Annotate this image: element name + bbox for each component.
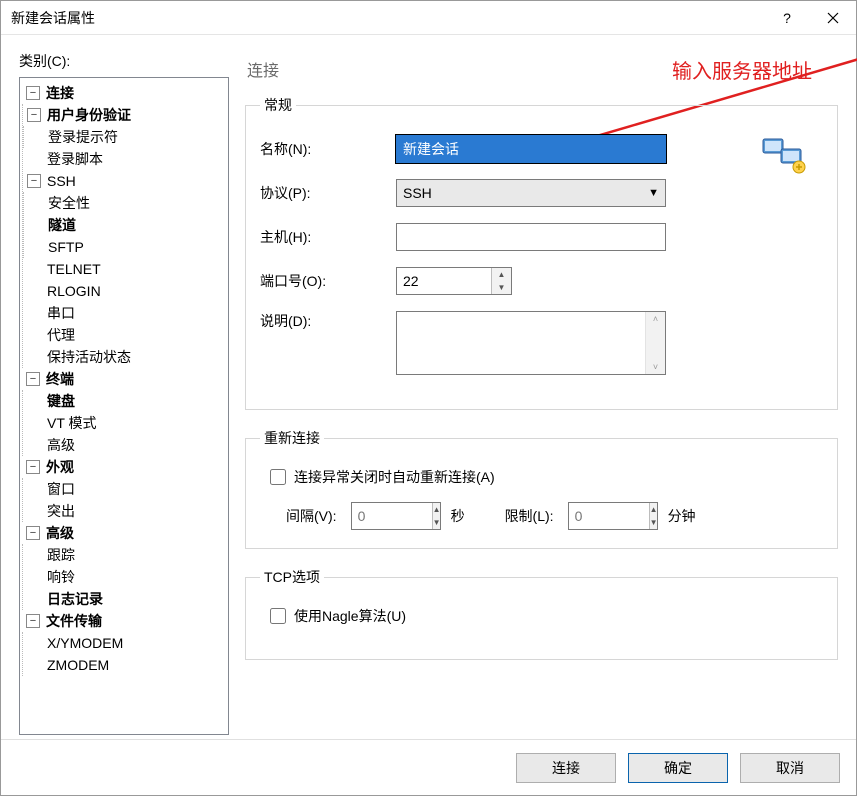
scrollbar[interactable]: ˄˅ [645,312,665,374]
auto-reconnect-checkbox[interactable] [270,469,286,485]
dialog-window: 新建会话属性 ? 类别(C): −连接 −用户身份验证 [0,0,857,796]
tree-node-logging[interactable]: 日志记录 [23,588,228,610]
collapse-icon[interactable]: − [26,372,40,386]
collapse-icon[interactable]: − [27,108,41,122]
window-title: 新建会话属性 [11,8,764,28]
collapse-icon[interactable]: − [26,460,40,474]
general-group: 常规 名称(N): 协议(P): SSH [245,95,838,410]
tree-node-keepalive[interactable]: 保持活动状态 [23,346,228,368]
tree-node-rlogin[interactable]: RLOGIN [23,280,228,302]
panel-title: 连接 [247,57,838,81]
protocol-value: SSH [403,185,432,201]
tree-node-security[interactable]: 安全性 [24,192,228,214]
tree-node-adv-term[interactable]: 高级 [23,434,228,456]
tree-node-login-prompt[interactable]: 登录提示符 [24,126,228,148]
cancel-button[interactable]: 取消 [740,753,840,783]
host-input[interactable] [396,223,666,251]
tree-node-connection[interactable]: −连接 [22,82,228,104]
protocol-label: 协议(P): [260,183,396,203]
collapse-icon[interactable]: − [26,526,40,540]
category-label: 类别(C): [19,51,229,71]
tcp-legend: TCP选项 [260,567,324,587]
spin-down-icon[interactable]: ▼ [433,516,441,529]
tree-node-proxy[interactable]: 代理 [23,324,228,346]
tree-node-telnet[interactable]: TELNET [23,258,228,280]
spin-down-icon[interactable]: ▼ [650,516,658,529]
reconnect-legend: 重新连接 [260,428,324,448]
desc-textarea[interactable] [397,312,645,374]
reconnect-group: 重新连接 连接异常关闭时自动重新连接(A) 间隔(V): ▲▼ 秒 限制(L): [245,428,838,549]
tree-node-trace[interactable]: 跟踪 [23,544,228,566]
tree-node-keyboard[interactable]: 键盘 [23,390,228,412]
tree-node-bell[interactable]: 响铃 [23,566,228,588]
protocol-select[interactable]: SSH ▼ [396,179,666,207]
interval-input[interactable] [352,503,432,529]
tree-node-serial[interactable]: 串口 [23,302,228,324]
general-legend: 常规 [260,95,296,115]
auto-reconnect-label: 连接异常关闭时自动重新连接(A) [294,467,495,487]
scroll-up-icon: ˄ [646,312,665,326]
tree-node-xymodem[interactable]: X/YMODEM [23,632,228,654]
spin-up-icon[interactable]: ▲ [492,268,511,281]
minutes-label: 分钟 [668,506,696,526]
nagle-label: 使用Nagle算法(U) [294,606,406,626]
spin-up-icon[interactable]: ▲ [650,503,658,516]
nagle-checkbox[interactable] [270,608,286,624]
help-button[interactable]: ? [764,1,810,34]
network-computers-icon [761,135,809,175]
tree-node-highlight[interactable]: 突出 [23,500,228,522]
port-spinner[interactable]: ▲▼ [396,267,512,295]
limit-spinner[interactable]: ▲▼ [568,502,658,530]
title-bar: 新建会话属性 ? [1,1,856,35]
tree-node-advanced[interactable]: −高级 [22,522,228,544]
host-label: 主机(H): [260,227,396,247]
tree-node-appearance[interactable]: −外观 [22,456,228,478]
limit-label: 限制(L): [505,506,554,526]
connect-button[interactable]: 连接 [516,753,616,783]
interval-label: 间隔(V): [286,506,337,526]
tree-node-user-auth[interactable]: −用户身份验证 [23,104,228,126]
port-label: 端口号(O): [260,271,396,291]
tree-node-zmodem[interactable]: ZMODEM [23,654,228,676]
spin-down-icon[interactable]: ▼ [492,281,511,294]
tree-node-vt-mode[interactable]: VT 模式 [23,412,228,434]
tcp-group: TCP选项 使用Nagle算法(U) [245,567,838,660]
scroll-down-icon: ˅ [646,360,665,374]
name-label: 名称(N): [260,139,396,159]
chevron-down-icon: ▼ [648,187,659,199]
ok-button[interactable]: 确定 [628,753,728,783]
name-input[interactable] [396,135,666,163]
tree-node-terminal[interactable]: −终端 [22,368,228,390]
limit-input[interactable] [569,503,649,529]
tree-node-ssh[interactable]: −SSH [23,170,228,192]
tree-node-window[interactable]: 窗口 [23,478,228,500]
tree-node-sftp[interactable]: SFTP [24,236,228,258]
desc-label: 说明(D): [260,311,396,331]
category-tree[interactable]: −连接 −用户身份验证 登录提示符 登录脚本 −SSH [19,77,229,735]
close-icon [827,12,839,24]
tree-node-login-script[interactable]: 登录脚本 [23,148,228,170]
tree-node-tunnel[interactable]: 隧道 [24,214,228,236]
seconds-label: 秒 [451,506,465,526]
collapse-icon[interactable]: − [27,174,41,188]
dialog-footer: 连接 确定 取消 [1,739,856,795]
port-input[interactable] [397,268,491,294]
spin-up-icon[interactable]: ▲ [433,503,441,516]
close-button[interactable] [810,1,856,34]
collapse-icon[interactable]: − [26,86,40,100]
tree-node-file-transfer[interactable]: −文件传输 [22,610,228,632]
window-controls: ? [764,1,856,34]
interval-spinner[interactable]: ▲▼ [351,502,441,530]
collapse-icon[interactable]: − [26,614,40,628]
